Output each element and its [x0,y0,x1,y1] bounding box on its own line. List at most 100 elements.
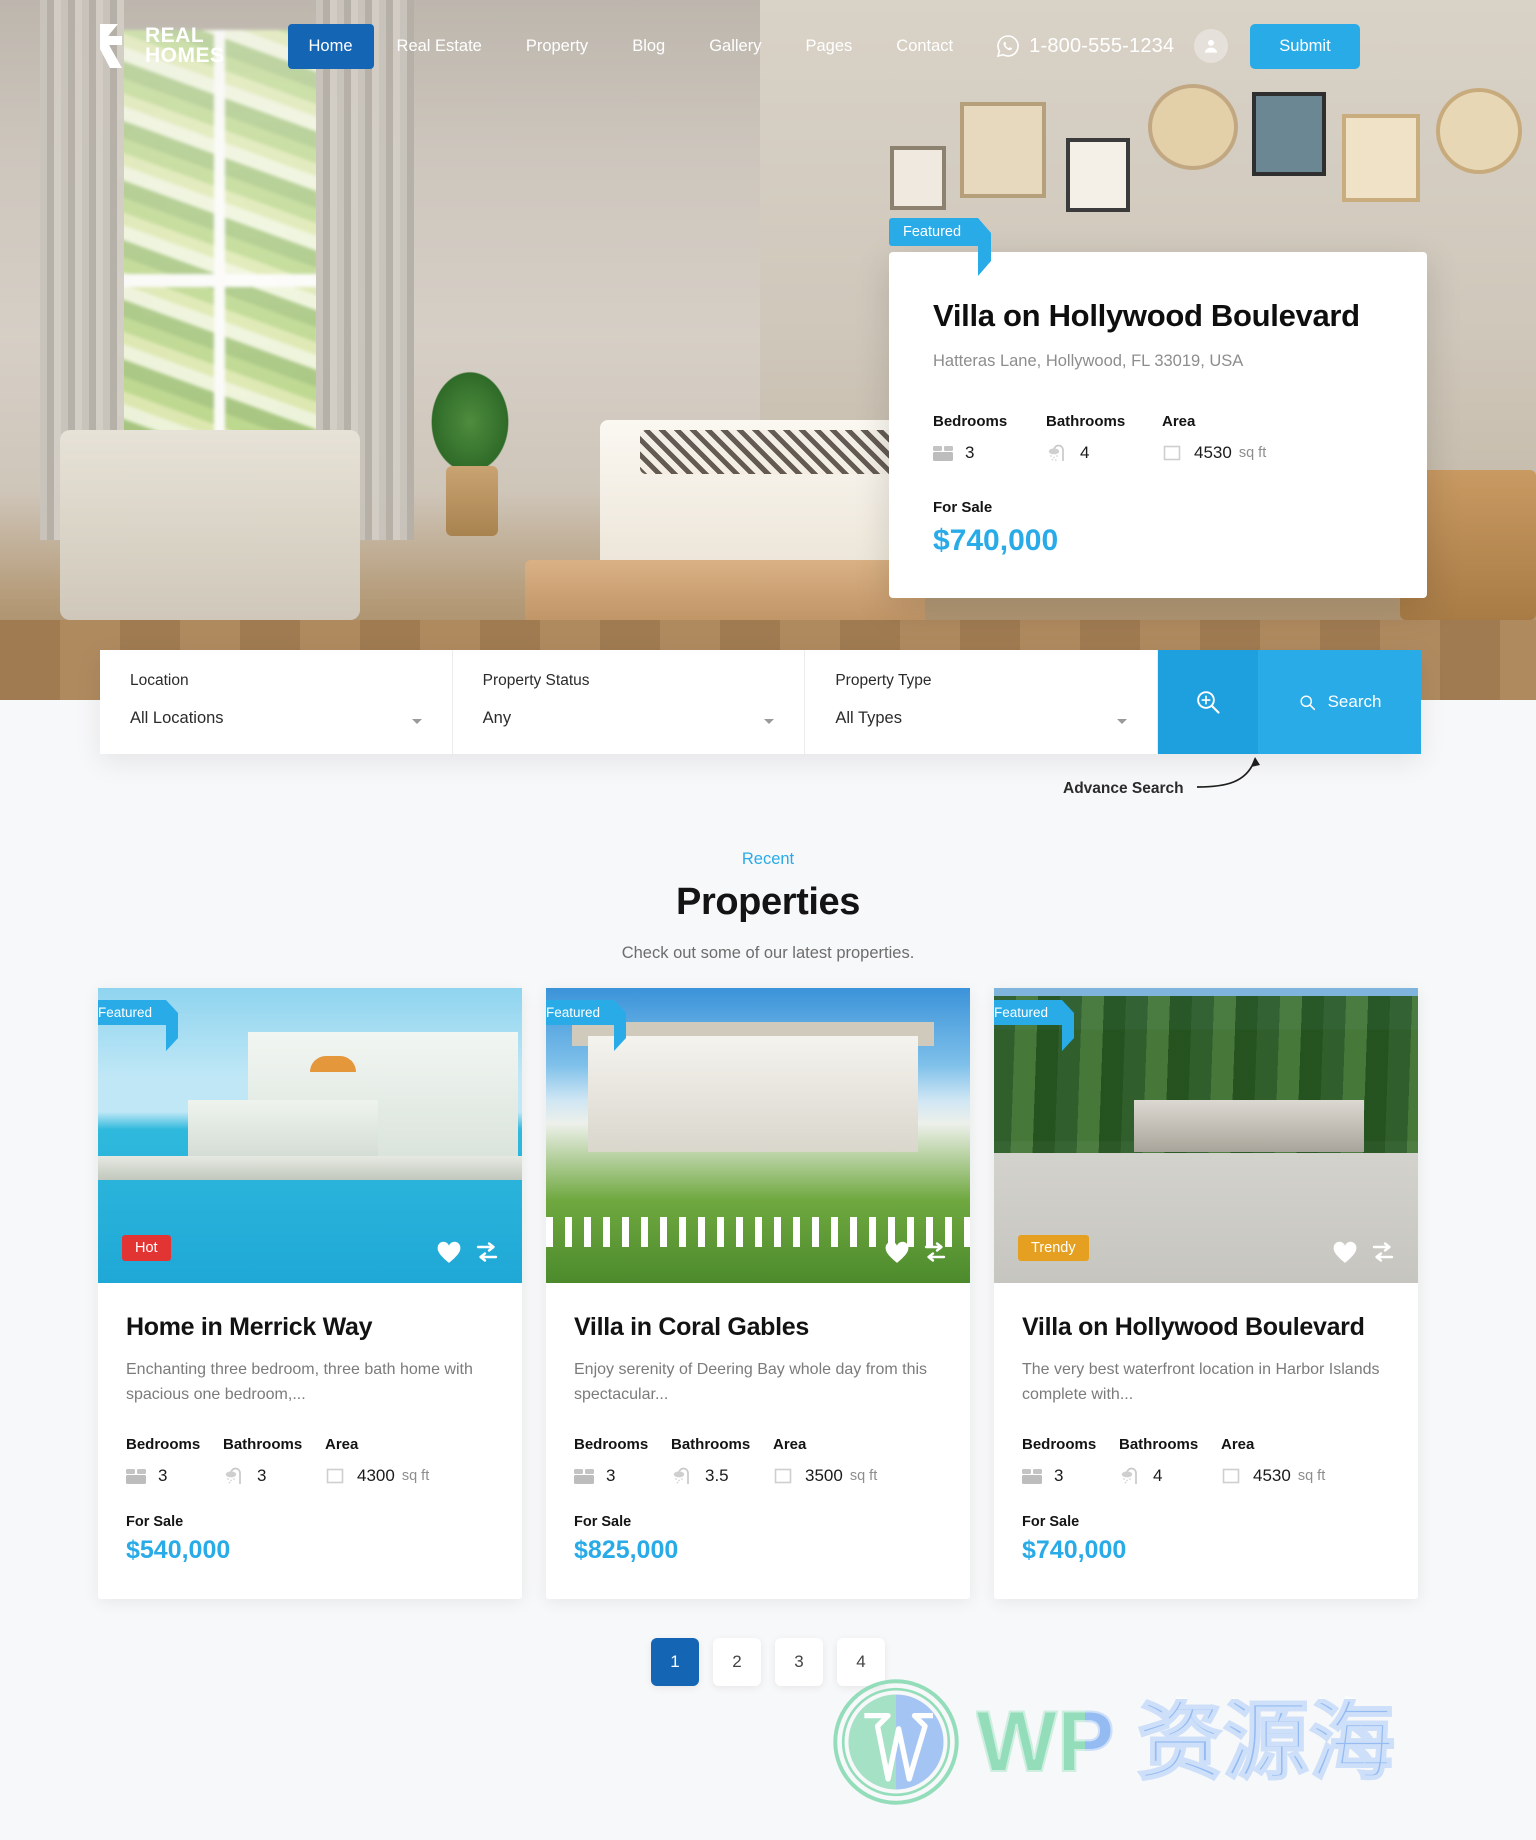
hero-wall-art [880,80,1522,240]
hero-featured-property-card[interactable]: Featured Villa on Hollywood Boulevard Ha… [889,218,1427,598]
hero-property-status: For Sale [933,499,993,516]
nav-item-pages[interactable]: Pages [784,24,873,69]
user-account-button[interactable] [1194,29,1229,63]
property-card[interactable]: Featured Trendy Villa on Hollywood Boule… [994,988,1418,1599]
property-price: $540,000 [126,1536,231,1564]
phone-link[interactable]: 1-800-555-1234 [996,34,1174,58]
spec-area-unit: sq ft [849,1468,878,1484]
nav-item-blog[interactable]: Blog [611,24,686,69]
spec-area-label: Area [773,1436,807,1453]
hero-spec-area-unit: sq ft [1238,445,1267,461]
hero-property-price: $740,000 [933,524,1059,557]
compare-arrows-icon[interactable] [1370,1239,1396,1265]
pagination-page-1[interactable]: 1 [651,1638,699,1686]
pagination-page-2[interactable]: 2 [713,1638,761,1686]
property-specs: Bedrooms 3 Bathrooms [574,1436,942,1486]
search-type-value: All Types [835,709,902,727]
hero-armchair [60,430,360,620]
area-icon [326,1468,344,1484]
search-status-label: Property Status [482,672,590,689]
compare-arrows-icon[interactable] [474,1239,500,1265]
property-card[interactable]: Featured Hot Home in Merrick Way Enchant… [98,988,522,1599]
property-description: Enjoy serenity of Deering Bay whole day … [574,1361,928,1403]
spec-bedrooms: Bedrooms 3 [126,1436,213,1486]
logo-line-1: REAL [145,24,205,47]
shower-icon [673,1467,689,1484]
spec-bedrooms-label: Bedrooms [126,1436,201,1453]
property-media-actions [1332,1239,1396,1265]
search-field-property-type[interactable]: Property Type All Types [805,650,1159,754]
hero-bed-throw [640,430,900,474]
property-title[interactable]: Villa in Coral Gables [574,1313,942,1342]
property-card-media[interactable]: Featured Trendy [994,988,1418,1283]
search-button-label: Search [1327,692,1382,711]
favorite-heart-icon[interactable] [884,1240,910,1264]
search-submit-button[interactable]: Search [1258,650,1422,754]
spec-area-unit: sq ft [401,1468,430,1484]
nav-item-contact[interactable]: Contact [875,24,974,69]
spec-bedrooms: Bedrooms 3 [574,1436,661,1486]
nav-item-gallery[interactable]: Gallery [688,24,782,69]
search-plus-icon [1197,691,1220,714]
property-card-media[interactable]: Featured [546,988,970,1283]
property-title[interactable]: Home in Merrick Way [126,1313,494,1342]
property-specs: Bedrooms 3 Bathrooms [126,1436,494,1486]
property-media-actions [436,1239,500,1265]
property-price: $740,000 [1022,1536,1127,1564]
favorite-heart-icon[interactable] [1332,1240,1358,1264]
hero-spec-bedrooms: Bedrooms 3 [933,413,1036,463]
hero-spec-bedrooms-label: Bedrooms [933,413,1008,430]
property-card[interactable]: Featured Villa in Coral Gables Enjoy ser… [546,988,970,1599]
search-type-label: Property Type [835,672,932,689]
shower-icon [1048,444,1064,461]
bed-icon [126,1469,146,1484]
search-field-location[interactable]: Location All Locations [100,650,453,754]
featured-ribbon: Featured [994,1000,1075,1051]
spec-bathrooms: Bathrooms 4 [1119,1436,1211,1486]
advance-search-note: Advance Search [1063,780,1184,797]
property-card-grid: Featured Hot Home in Merrick Way Enchant… [98,988,1438,1599]
property-card-media[interactable]: Featured Hot [98,988,522,1283]
property-card-body: Villa in Coral Gables Enjoy serenity of … [546,1283,970,1599]
hero-featured-ribbon: Featured [889,218,992,276]
property-tag-hot: Hot [122,1235,171,1261]
chevron-down-icon [1117,719,1128,724]
logo-line-2: HOMES [145,44,225,67]
spec-bedrooms-label: Bedrooms [574,1436,649,1453]
hero-property-specs: Bedrooms 3 Bathrooms 4 Area 4530 sq ft [933,413,1383,463]
site-logo[interactable]: REAL HOMES [98,23,225,69]
advance-search-button[interactable] [1158,650,1259,754]
nav-item-real-estate[interactable]: Real Estate [376,24,503,69]
featured-ribbon: Featured [546,1000,627,1051]
section-eyebrow: Recent [741,850,795,868]
featured-ribbon: Featured [98,1000,179,1051]
logo-wordmark: REAL HOMES [145,24,225,67]
phone-number: 1-800-555-1234 [1029,34,1175,57]
favorite-heart-icon[interactable] [436,1240,462,1264]
wp-resource-watermark: WP 资源海 [830,1676,1396,1808]
pagination-page-4[interactable]: 4 [837,1638,885,1686]
bed-icon [933,446,953,461]
nav-item-home[interactable]: Home [287,23,374,69]
search-field-property-status[interactable]: Property Status Any [453,650,806,754]
section-subtitle: Check out some of our latest properties. [621,944,915,962]
spec-area: Area 4530 sq ft [1221,1436,1325,1486]
hero-spec-bedrooms-value: 3 [965,443,975,462]
submit-button[interactable]: Submit [1250,23,1360,69]
search-status-value: Any [482,709,512,727]
area-icon [1222,1468,1240,1484]
area-icon [774,1468,792,1484]
hero-spec-area-value: 4530 [1194,443,1232,462]
section-title: Properties [676,881,860,923]
property-status: For Sale [574,1514,632,1530]
hero-plant [410,370,530,570]
whatsapp-icon [997,35,1019,58]
pagination-page-3[interactable]: 3 [775,1638,823,1686]
property-card-body: Home in Merrick Way Enchanting three bed… [98,1283,522,1599]
spec-area: Area 4300 sq ft [325,1436,429,1486]
nav-item-property[interactable]: Property [505,24,609,69]
spec-bathrooms-value: 3 [257,1466,267,1485]
hero-spec-bathrooms-label: Bathrooms [1046,413,1126,430]
compare-arrows-icon[interactable] [922,1239,948,1265]
property-title[interactable]: Villa on Hollywood Boulevard [1022,1313,1390,1342]
